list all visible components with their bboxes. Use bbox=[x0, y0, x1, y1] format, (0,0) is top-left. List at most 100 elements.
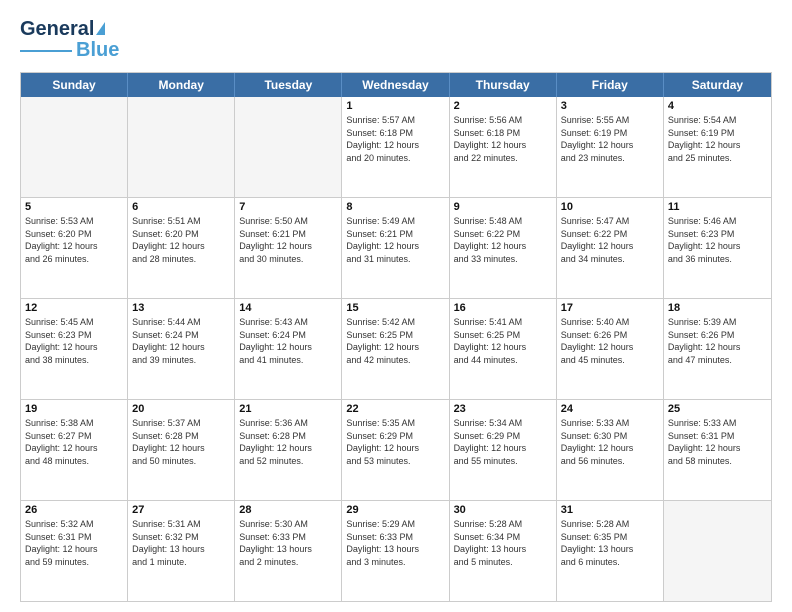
day-number-18: 18 bbox=[668, 302, 767, 314]
day-number-31: 31 bbox=[561, 504, 659, 516]
day-info-16: Sunrise: 5:41 AM Sunset: 6:25 PM Dayligh… bbox=[454, 316, 552, 366]
header-friday: Friday bbox=[557, 73, 664, 97]
day-number-9: 9 bbox=[454, 201, 552, 213]
calendar: SundayMondayTuesdayWednesdayThursdayFrid… bbox=[20, 72, 772, 602]
day-number-23: 23 bbox=[454, 403, 552, 415]
day-info-12: Sunrise: 5:45 AM Sunset: 6:23 PM Dayligh… bbox=[25, 316, 123, 366]
day-cell-13: 13 Sunrise: 5:44 AM Sunset: 6:24 PM Dayli… bbox=[128, 299, 235, 399]
empty-cell-0-2 bbox=[235, 97, 342, 197]
day-cell-15: 15 Sunrise: 5:42 AM Sunset: 6:25 PM Dayli… bbox=[342, 299, 449, 399]
logo-general: General bbox=[20, 18, 94, 41]
day-info-8: Sunrise: 5:49 AM Sunset: 6:21 PM Dayligh… bbox=[346, 215, 444, 265]
day-info-13: Sunrise: 5:44 AM Sunset: 6:24 PM Dayligh… bbox=[132, 316, 230, 366]
day-number-8: 8 bbox=[346, 201, 444, 213]
day-info-14: Sunrise: 5:43 AM Sunset: 6:24 PM Dayligh… bbox=[239, 316, 337, 366]
day-info-6: Sunrise: 5:51 AM Sunset: 6:20 PM Dayligh… bbox=[132, 215, 230, 265]
day-cell-9: 9 Sunrise: 5:48 AM Sunset: 6:22 PM Daylig… bbox=[450, 198, 557, 298]
day-cell-19: 19 Sunrise: 5:38 AM Sunset: 6:27 PM Dayli… bbox=[21, 400, 128, 500]
day-info-21: Sunrise: 5:36 AM Sunset: 6:28 PM Dayligh… bbox=[239, 417, 337, 467]
header-saturday: Saturday bbox=[664, 73, 771, 97]
day-cell-26: 26 Sunrise: 5:32 AM Sunset: 6:31 PM Dayli… bbox=[21, 501, 128, 601]
day-number-26: 26 bbox=[25, 504, 123, 516]
day-number-15: 15 bbox=[346, 302, 444, 314]
day-cell-2: 2 Sunrise: 5:56 AM Sunset: 6:18 PM Daylig… bbox=[450, 97, 557, 197]
day-info-10: Sunrise: 5:47 AM Sunset: 6:22 PM Dayligh… bbox=[561, 215, 659, 265]
header-thursday: Thursday bbox=[450, 73, 557, 97]
header-wednesday: Wednesday bbox=[342, 73, 449, 97]
day-number-1: 1 bbox=[346, 100, 444, 112]
calendar-row-4: 26 Sunrise: 5:32 AM Sunset: 6:31 PM Dayli… bbox=[21, 500, 771, 601]
day-number-2: 2 bbox=[454, 100, 552, 112]
day-number-30: 30 bbox=[454, 504, 552, 516]
header-tuesday: Tuesday bbox=[235, 73, 342, 97]
day-info-17: Sunrise: 5:40 AM Sunset: 6:26 PM Dayligh… bbox=[561, 316, 659, 366]
calendar-row-1: 5 Sunrise: 5:53 AM Sunset: 6:20 PM Daylig… bbox=[21, 197, 771, 298]
day-info-24: Sunrise: 5:33 AM Sunset: 6:30 PM Dayligh… bbox=[561, 417, 659, 467]
calendar-body: 1 Sunrise: 5:57 AM Sunset: 6:18 PM Daylig… bbox=[21, 97, 771, 601]
day-number-5: 5 bbox=[25, 201, 123, 213]
day-number-28: 28 bbox=[239, 504, 337, 516]
day-number-14: 14 bbox=[239, 302, 337, 314]
day-number-16: 16 bbox=[454, 302, 552, 314]
day-info-3: Sunrise: 5:55 AM Sunset: 6:19 PM Dayligh… bbox=[561, 114, 659, 164]
day-cell-20: 20Sunrise: 5:37 AM Sunset: 6:28 PM Dayli… bbox=[128, 400, 235, 500]
day-cell-27: 27 Sunrise: 5:31 AM Sunset: 6:32 PM Dayli… bbox=[128, 501, 235, 601]
day-cell-25: 25 Sunrise: 5:33 AM Sunset: 6:31 PM Dayli… bbox=[664, 400, 771, 500]
day-cell-22: 22Sunrise: 5:35 AM Sunset: 6:29 PM Dayli… bbox=[342, 400, 449, 500]
logo-blue: Blue bbox=[76, 39, 119, 62]
day-cell-23: 23 Sunrise: 5:34 AM Sunset: 6:29 PM Dayli… bbox=[450, 400, 557, 500]
day-info-9: Sunrise: 5:48 AM Sunset: 6:22 PM Dayligh… bbox=[454, 215, 552, 265]
day-number-10: 10 bbox=[561, 201, 659, 213]
day-info-27: Sunrise: 5:31 AM Sunset: 6:32 PM Dayligh… bbox=[132, 518, 230, 568]
page: General Blue SundayMondayTuesdayWednesda… bbox=[0, 0, 792, 612]
day-info-11: Sunrise: 5:46 AM Sunset: 6:23 PM Dayligh… bbox=[668, 215, 767, 265]
calendar-row-0: 1 Sunrise: 5:57 AM Sunset: 6:18 PM Daylig… bbox=[21, 97, 771, 197]
day-cell-21: 21Sunrise: 5:36 AM Sunset: 6:28 PM Dayli… bbox=[235, 400, 342, 500]
day-info-22: Sunrise: 5:35 AM Sunset: 6:29 PM Dayligh… bbox=[346, 417, 444, 467]
day-cell-31: 31 Sunrise: 5:28 AM Sunset: 6:35 PM Dayli… bbox=[557, 501, 664, 601]
day-cell-11: 11Sunrise: 5:46 AM Sunset: 6:23 PM Dayli… bbox=[664, 198, 771, 298]
day-info-20: Sunrise: 5:37 AM Sunset: 6:28 PM Dayligh… bbox=[132, 417, 230, 467]
logo-triangle-icon bbox=[96, 22, 105, 35]
day-info-29: Sunrise: 5:29 AM Sunset: 6:33 PM Dayligh… bbox=[346, 518, 444, 568]
day-cell-7: 7Sunrise: 5:50 AM Sunset: 6:21 PM Daylig… bbox=[235, 198, 342, 298]
day-cell-16: 16 Sunrise: 5:41 AM Sunset: 6:25 PM Dayli… bbox=[450, 299, 557, 399]
day-info-15: Sunrise: 5:42 AM Sunset: 6:25 PM Dayligh… bbox=[346, 316, 444, 366]
day-info-19: Sunrise: 5:38 AM Sunset: 6:27 PM Dayligh… bbox=[25, 417, 123, 467]
day-number-19: 19 bbox=[25, 403, 123, 415]
day-info-2: Sunrise: 5:56 AM Sunset: 6:18 PM Dayligh… bbox=[454, 114, 552, 164]
logo-line bbox=[20, 50, 72, 52]
day-number-13: 13 bbox=[132, 302, 230, 314]
header-sunday: Sunday bbox=[21, 73, 128, 97]
day-number-27: 27 bbox=[132, 504, 230, 516]
day-info-5: Sunrise: 5:53 AM Sunset: 6:20 PM Dayligh… bbox=[25, 215, 123, 265]
day-cell-3: 3Sunrise: 5:55 AM Sunset: 6:19 PM Daylig… bbox=[557, 97, 664, 197]
day-info-25: Sunrise: 5:33 AM Sunset: 6:31 PM Dayligh… bbox=[668, 417, 767, 467]
day-number-24: 24 bbox=[561, 403, 659, 415]
day-info-31: Sunrise: 5:28 AM Sunset: 6:35 PM Dayligh… bbox=[561, 518, 659, 568]
empty-cell-0-0 bbox=[21, 97, 128, 197]
day-number-25: 25 bbox=[668, 403, 767, 415]
empty-cell-0-1 bbox=[128, 97, 235, 197]
header-monday: Monday bbox=[128, 73, 235, 97]
day-cell-30: 30 Sunrise: 5:28 AM Sunset: 6:34 PM Dayli… bbox=[450, 501, 557, 601]
day-cell-4: 4 Sunrise: 5:54 AM Sunset: 6:19 PM Daylig… bbox=[664, 97, 771, 197]
calendar-row-3: 19 Sunrise: 5:38 AM Sunset: 6:27 PM Dayli… bbox=[21, 399, 771, 500]
calendar-header: SundayMondayTuesdayWednesdayThursdayFrid… bbox=[21, 73, 771, 97]
day-cell-29: 29Sunrise: 5:29 AM Sunset: 6:33 PM Dayli… bbox=[342, 501, 449, 601]
day-cell-5: 5 Sunrise: 5:53 AM Sunset: 6:20 PM Daylig… bbox=[21, 198, 128, 298]
empty-cell-4-6 bbox=[664, 501, 771, 601]
day-info-1: Sunrise: 5:57 AM Sunset: 6:18 PM Dayligh… bbox=[346, 114, 444, 164]
day-number-6: 6 bbox=[132, 201, 230, 213]
day-cell-1: 1 Sunrise: 5:57 AM Sunset: 6:18 PM Daylig… bbox=[342, 97, 449, 197]
day-number-12: 12 bbox=[25, 302, 123, 314]
day-cell-17: 17Sunrise: 5:40 AM Sunset: 6:26 PM Dayli… bbox=[557, 299, 664, 399]
day-cell-12: 12 Sunrise: 5:45 AM Sunset: 6:23 PM Dayli… bbox=[21, 299, 128, 399]
day-info-26: Sunrise: 5:32 AM Sunset: 6:31 PM Dayligh… bbox=[25, 518, 123, 568]
day-info-30: Sunrise: 5:28 AM Sunset: 6:34 PM Dayligh… bbox=[454, 518, 552, 568]
day-info-4: Sunrise: 5:54 AM Sunset: 6:19 PM Dayligh… bbox=[668, 114, 767, 164]
day-info-7: Sunrise: 5:50 AM Sunset: 6:21 PM Dayligh… bbox=[239, 215, 337, 265]
day-cell-8: 8 Sunrise: 5:49 AM Sunset: 6:21 PM Daylig… bbox=[342, 198, 449, 298]
day-info-23: Sunrise: 5:34 AM Sunset: 6:29 PM Dayligh… bbox=[454, 417, 552, 467]
day-number-4: 4 bbox=[668, 100, 767, 112]
